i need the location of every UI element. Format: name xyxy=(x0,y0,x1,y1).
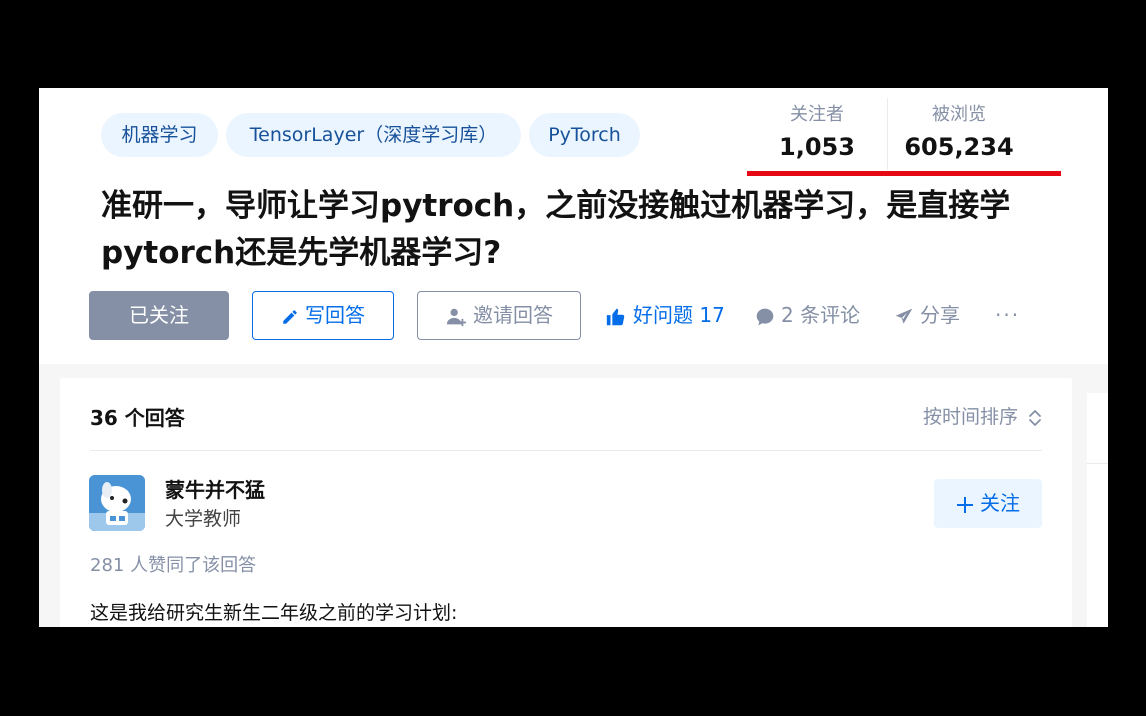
write-answer-button[interactable]: 写回答 xyxy=(252,291,394,340)
sort-toggle[interactable]: 按时间排序 xyxy=(923,402,1042,429)
sort-chevron-icon xyxy=(1018,406,1042,428)
comment-bubble-icon xyxy=(755,303,781,327)
views-label: 被浏览 xyxy=(932,104,986,125)
comments-button[interactable]: 2 条评论 xyxy=(755,291,860,340)
followed-button[interactable]: 已关注 xyxy=(89,291,229,340)
share-label: 分享 xyxy=(920,303,960,327)
pencil-icon xyxy=(281,303,305,327)
vote-count: 281 人赞同了该回答 xyxy=(90,555,257,576)
plus-icon xyxy=(956,491,980,515)
follow-author-label: 关注 xyxy=(980,491,1020,515)
invite-user-icon xyxy=(445,303,473,327)
topic-tag[interactable]: TensorLayer（深度学习库） xyxy=(226,113,521,157)
question-title: 准研一，导师让学习pytroch，之前没接触过机器学习，是直接学pytorch还… xyxy=(101,188,1011,271)
sidebar-card xyxy=(1087,393,1108,627)
divider xyxy=(1087,463,1108,464)
followed-label: 已关注 xyxy=(129,303,189,327)
sort-label: 按时间排序 xyxy=(922,406,1018,428)
divider xyxy=(90,450,1042,451)
topic-tag[interactable]: PyTorch xyxy=(529,113,640,157)
comments-label: 2 条评论 xyxy=(781,303,861,327)
author-headline: 大学教师 xyxy=(165,508,242,530)
invite-answer-button[interactable]: 邀请回答 xyxy=(417,291,581,340)
share-button[interactable]: 分享 xyxy=(894,291,960,340)
invite-answer-label: 邀请回答 xyxy=(473,303,553,327)
write-answer-label: 写回答 xyxy=(305,303,365,327)
followers-count[interactable]: 1,053 xyxy=(757,133,877,161)
good-question-button[interactable]: 好问题 17 xyxy=(605,291,725,340)
followers-label: 关注者 xyxy=(790,104,844,125)
highlight-underline xyxy=(747,171,1061,176)
stats-divider xyxy=(887,98,888,170)
answers-list: 36 个回答 按时间排序 蒙牛并不猛 大学教师 关注 281 人赞同了该回答 这… xyxy=(60,378,1072,627)
thumbs-up-icon xyxy=(605,303,633,327)
views-count: 605,234 xyxy=(904,133,1014,161)
paper-plane-icon xyxy=(894,303,920,327)
question-header: 机器学习 TensorLayer（深度学习库） PyTorch 关注者 1,05… xyxy=(39,88,1108,364)
page: 机器学习 TensorLayer（深度学习库） PyTorch 关注者 1,05… xyxy=(39,88,1108,627)
avatar[interactable] xyxy=(89,475,145,531)
answers-count: 36 个回答 xyxy=(90,406,185,430)
follow-author-button[interactable]: 关注 xyxy=(934,479,1042,528)
author-name[interactable]: 蒙牛并不猛 xyxy=(165,474,265,503)
good-question-label: 好问题 17 xyxy=(633,303,725,327)
more-dots-icon: ··· xyxy=(995,303,1021,327)
topic-tag[interactable]: 机器学习 xyxy=(101,113,218,157)
answer-content[interactable]: 这是我给研究生新生二年级之前的学习计划: xyxy=(90,598,457,625)
more-button[interactable]: ··· xyxy=(995,291,1020,340)
